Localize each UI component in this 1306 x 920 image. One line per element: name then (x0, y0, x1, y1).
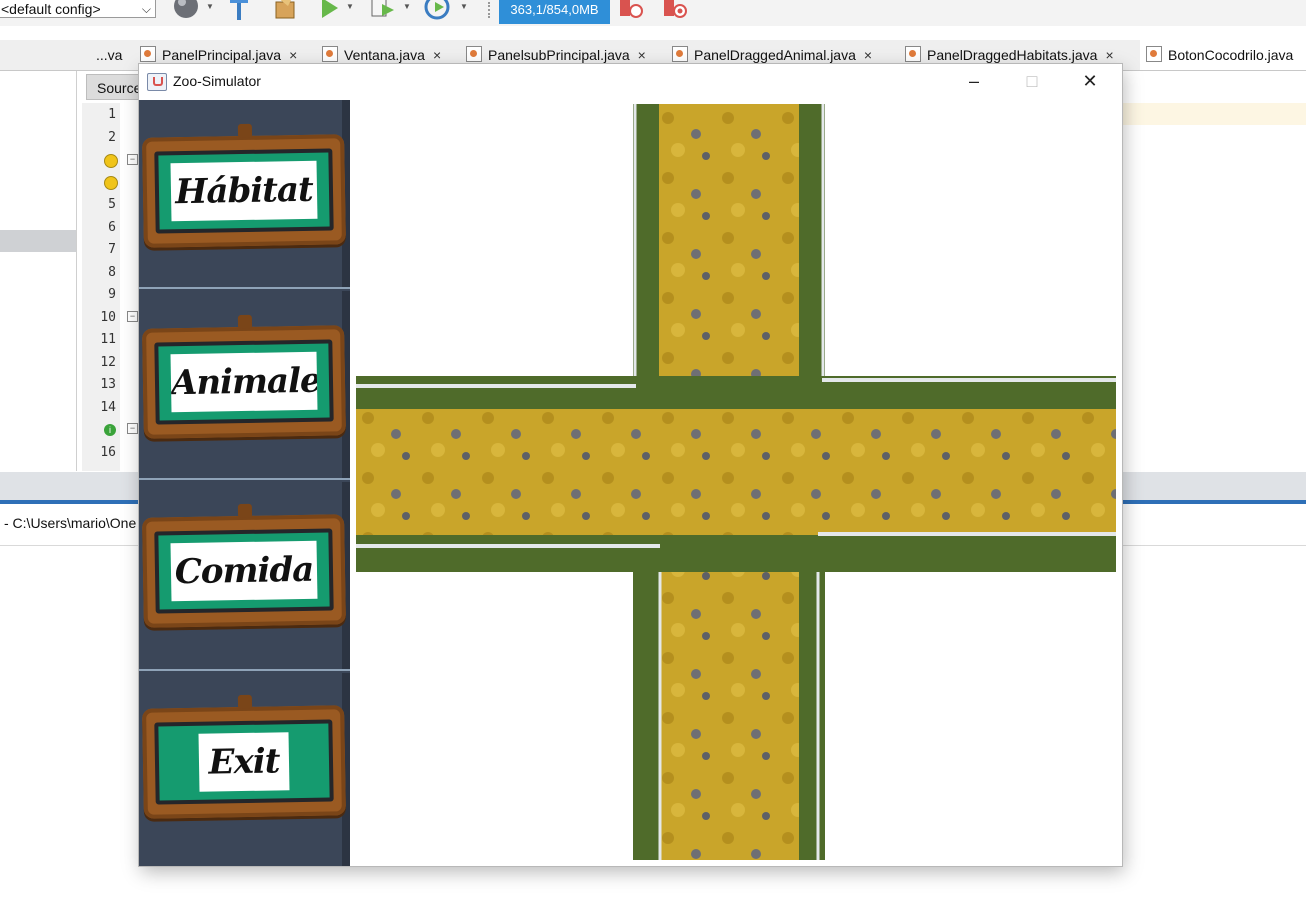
menu-sidebar: Hábitat Animales Comida Exit (139, 100, 350, 866)
tab-truncated[interactable]: ...va (96, 40, 122, 70)
implements-icon[interactable]: i (104, 424, 116, 436)
config-select[interactable]: <default config> ⌵ (0, 0, 156, 18)
window-titlebar[interactable]: Zoo-Simulator – □ ✕ (139, 64, 1122, 100)
current-line-highlight (1120, 103, 1306, 125)
memory-indicator[interactable]: 363,1/854,0MB (499, 0, 610, 24)
debug-icon[interactable] (370, 0, 396, 22)
horizontal-path (356, 376, 1116, 572)
line-number: 8 (108, 265, 116, 280)
line-number: 14 (100, 400, 116, 415)
tab-botoncocodrilo[interactable]: BotonCocodrilo.java (1140, 40, 1306, 70)
config-select-value: <default config> (1, 1, 101, 17)
line-number: 16 (100, 445, 116, 460)
java-file-icon (905, 46, 921, 62)
line-number: 1 (108, 107, 116, 122)
exit-label: Exit (198, 732, 290, 792)
minimize-button[interactable]: – (945, 64, 1003, 100)
clean-build-icon[interactable] (272, 0, 298, 22)
tab-label: BotonCocodrilo.java (1168, 47, 1294, 63)
wood-sign: Animales (142, 314, 346, 439)
sign-post (237, 123, 253, 139)
zoo-simulator-window: Zoo-Simulator – □ ✕ Hábitat Animales Com… (139, 64, 1122, 866)
warning-bulb-icon[interactable] (104, 154, 118, 168)
java-icon (147, 73, 167, 91)
java-file-icon (1146, 46, 1162, 62)
close-icon[interactable]: × (433, 47, 441, 63)
java-file-icon (140, 46, 156, 62)
gc-icon[interactable] (618, 0, 644, 22)
java-file-icon (672, 46, 688, 62)
zoo-map[interactable] (356, 104, 1116, 860)
line-number: 7 (108, 242, 116, 257)
globe-icon[interactable] (173, 0, 199, 22)
sign-frame: Animales (154, 339, 334, 425)
sign-post (237, 503, 253, 519)
chevron-down-icon[interactable]: ▼ (206, 2, 214, 11)
gc-stop-icon[interactable] (662, 0, 688, 22)
hammer-icon[interactable] (226, 0, 252, 22)
comida-button[interactable]: Comida (139, 482, 350, 671)
chevron-down-icon[interactable]: ▼ (346, 2, 354, 11)
close-button[interactable]: ✕ (1061, 64, 1119, 100)
animales-label: Animales (170, 351, 318, 413)
close-icon[interactable]: × (864, 47, 872, 63)
sign-frame: Comida (154, 528, 334, 614)
close-icon[interactable]: × (638, 47, 646, 63)
animales-button[interactable]: Animales (139, 291, 350, 480)
tab-label: PanelDraggedHabitats.java (927, 47, 1098, 63)
tab-label: PanelsubPrincipal.java (488, 47, 630, 63)
line-number: 5 (108, 197, 116, 212)
output-path: - C:\Users\mario\One (4, 515, 137, 531)
run-icon[interactable] (316, 0, 342, 22)
comida-label: Comida (170, 540, 318, 602)
fold-toggle-icon[interactable]: − (127, 423, 138, 434)
java-file-icon (466, 46, 482, 62)
chevron-down-icon[interactable]: ▼ (403, 2, 411, 11)
projects-selected-row[interactable] (0, 230, 76, 252)
sign-post (237, 694, 253, 710)
warning-bulb-icon[interactable] (104, 176, 118, 190)
sign-frame: Hábitat (154, 148, 334, 234)
ide-toolbar: <default config> ⌵ ▼ ▼ ▼ ▼ 363,1/854,0MB (0, 0, 1306, 26)
line-number: 6 (108, 220, 116, 235)
wood-sign: Hábitat (142, 123, 346, 248)
line-number: 11 (100, 332, 116, 347)
profile-icon[interactable] (424, 0, 450, 22)
tab-label: ...va (96, 47, 123, 63)
sign-frame: Exit (154, 719, 334, 805)
projects-panel (0, 71, 77, 471)
window-title: Zoo-Simulator (173, 73, 261, 89)
tab-label: Ventana.java (344, 47, 425, 63)
line-number: 9 (108, 287, 116, 302)
tab-label: PanelDraggedAnimal.java (694, 47, 856, 63)
chevron-down-icon[interactable]: ▼ (460, 2, 468, 11)
maximize-button[interactable]: □ (1003, 64, 1061, 100)
close-icon[interactable]: × (289, 47, 297, 63)
line-number: 10 (100, 310, 116, 325)
java-file-icon (322, 46, 338, 62)
fold-toggle-icon[interactable]: − (127, 311, 138, 322)
wood-sign: Exit (142, 694, 346, 819)
habitat-button[interactable]: Hábitat (139, 100, 350, 289)
line-number: 2 (108, 130, 116, 145)
line-number: 13 (100, 377, 116, 392)
close-icon[interactable]: × (1105, 47, 1113, 63)
toolbar-separator (488, 2, 492, 18)
line-number: 12 (100, 355, 116, 370)
chevron-down-icon: ⌵ (141, 2, 151, 16)
wood-sign: Comida (142, 503, 346, 628)
habitat-label: Hábitat (170, 160, 318, 222)
sign-post (237, 314, 253, 330)
exit-button[interactable]: Exit (139, 673, 350, 866)
tab-label: PanelPrincipal.java (162, 47, 282, 63)
fold-toggle-icon[interactable]: − (127, 154, 138, 165)
